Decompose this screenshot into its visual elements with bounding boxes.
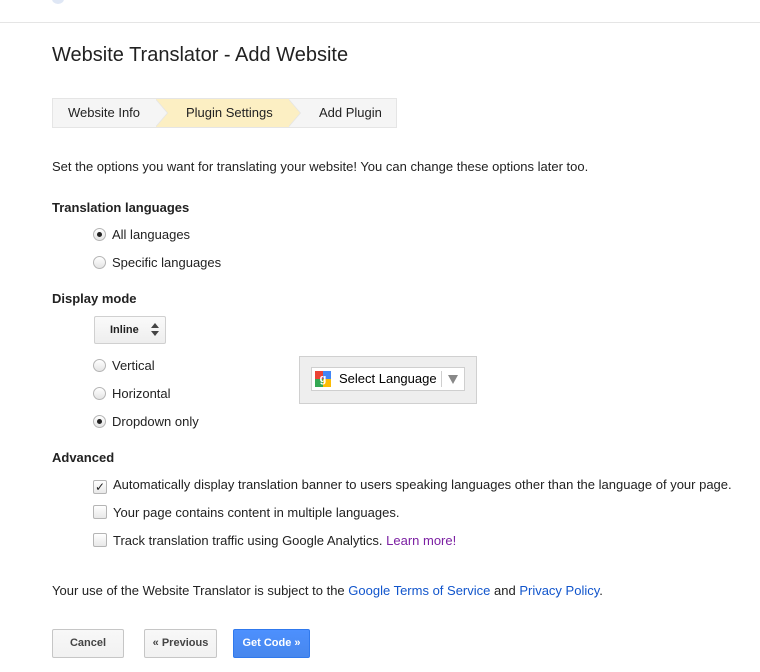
step-plugin-settings: Plugin Settings: [186, 105, 273, 120]
logo-fragment: [52, 0, 64, 4]
checkbox-label: Track translation traffic using Google A…: [113, 533, 383, 548]
checkbox-auto-banner[interactable]: ✓ Automatically display translation banne…: [93, 476, 732, 494]
radio-unselected-icon[interactable]: [93, 359, 106, 372]
radio-selected-icon[interactable]: [93, 415, 106, 428]
radio-label: Horizontal: [112, 386, 171, 401]
dropdown-arrow-icon: [448, 375, 458, 384]
translation-languages-heading: Translation languages: [52, 200, 190, 215]
display-preview: g Select Language: [299, 356, 477, 404]
radio-selected-icon[interactable]: [93, 228, 106, 241]
step-add-plugin: Add Plugin: [319, 105, 382, 120]
checkbox-unchecked-icon[interactable]: [93, 505, 107, 519]
cancel-button[interactable]: Cancel: [52, 629, 124, 658]
display-mode-heading: Display mode: [52, 291, 137, 306]
top-bar: [0, 0, 760, 23]
checkbox-label: Automatically display translation banner…: [113, 477, 732, 492]
page-title: Website Translator - Add Website: [52, 44, 349, 66]
radio-label: Dropdown only: [112, 414, 199, 429]
checkbox-checked-icon[interactable]: ✓: [93, 480, 107, 494]
radio-vertical[interactable]: Vertical: [93, 357, 155, 375]
radio-unselected-icon[interactable]: [93, 387, 106, 400]
terms-of-service-link[interactable]: Google Terms of Service: [348, 583, 490, 598]
step-website-info: Website Info: [68, 105, 141, 120]
radio-label: Vertical: [112, 358, 155, 373]
checkbox-google-analytics[interactable]: Track translation traffic using Google A…: [93, 532, 456, 550]
google-logo-icon[interactable]: [108, 0, 128, 12]
radio-dropdown-only[interactable]: Dropdown only: [93, 413, 199, 431]
terms-text: .: [599, 583, 603, 598]
checkbox-multiple-languages[interactable]: Your page contains content in multiple l…: [93, 504, 399, 522]
previous-button[interactable]: « Previous: [144, 629, 217, 658]
radio-specific-languages[interactable]: Specific languages: [93, 254, 221, 272]
updown-arrows-icon: [151, 323, 159, 337]
get-code-button[interactable]: Get Code »: [233, 629, 310, 658]
radio-unselected-icon[interactable]: [93, 256, 106, 269]
display-mode-value: Inline: [110, 324, 139, 336]
advanced-heading: Advanced: [52, 450, 115, 465]
radio-label: Specific languages: [112, 255, 222, 270]
intro-text: Set the options you want for translating…: [52, 159, 589, 174]
select-language-label: Select Language: [339, 371, 437, 386]
privacy-policy-link[interactable]: Privacy Policy: [519, 583, 599, 598]
terms-notice: Your use of the Website Translator is su…: [52, 583, 603, 598]
radio-horizontal[interactable]: Horizontal: [93, 385, 171, 403]
wizard-steps: Website Info Plugin Settings Add Plugin: [52, 98, 397, 128]
radio-all-languages[interactable]: All languages: [93, 226, 190, 244]
google-translate-icon: g: [315, 371, 331, 387]
terms-text: Your use of the Website Translator is su…: [52, 583, 349, 598]
checkbox-label: Your page contains content in multiple l…: [113, 505, 400, 520]
step-separator-icon: [155, 99, 167, 127]
step-separator-icon: [288, 99, 300, 127]
learn-more-link[interactable]: Learn more!: [386, 533, 456, 548]
dropdown-divider: [441, 371, 442, 387]
terms-text: and: [490, 583, 520, 598]
radio-label: All languages: [112, 227, 191, 242]
select-language-dropdown[interactable]: g Select Language: [311, 367, 465, 391]
display-mode-select[interactable]: Inline: [94, 316, 166, 344]
checkbox-unchecked-icon[interactable]: [93, 533, 107, 547]
